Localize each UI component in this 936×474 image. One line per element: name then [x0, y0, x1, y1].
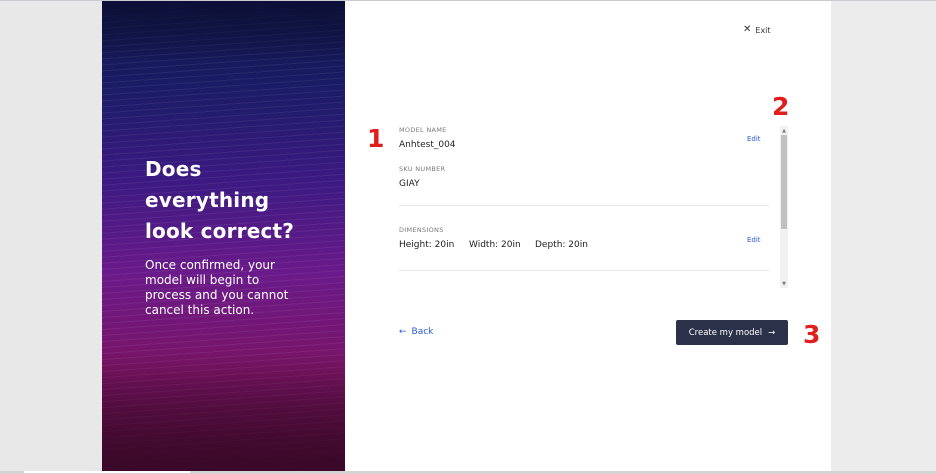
- page-background-right: [831, 1, 936, 471]
- review-summary-list[interactable]: MODEL NAME Anhtest_004 Edit SKU NUMBER G…: [399, 126, 769, 288]
- section-divider: [399, 205, 769, 206]
- create-button-label: Create my model: [688, 327, 763, 338]
- annotation-marker-3: 3: [803, 320, 821, 349]
- exit-button[interactable]: ✕ Exit: [743, 25, 771, 35]
- edit-model-details-link[interactable]: Edit: [747, 135, 761, 143]
- dimensions-label: DIMENSIONS: [399, 226, 444, 234]
- sku-number-value: GIAY: [399, 179, 420, 189]
- model-name-label: MODEL NAME: [399, 126, 447, 134]
- dimension-depth: Depth: 20in: [535, 240, 588, 250]
- hero-headline-line: Does: [145, 157, 202, 181]
- hero-headline-line: look correct?: [145, 219, 295, 243]
- hero-subtext: Once confirmed, your model will begin to…: [145, 258, 315, 318]
- annotation-marker-1: 1: [367, 124, 385, 153]
- scroll-down-arrow-icon[interactable]: ▼: [780, 281, 788, 287]
- annotation-marker-2: 2: [772, 92, 790, 121]
- section-divider: [399, 270, 769, 271]
- model-name-value: Anhtest_004: [399, 140, 456, 150]
- create-my-model-button[interactable]: Create my model →: [676, 320, 788, 345]
- back-label: Back: [411, 327, 434, 337]
- dimension-width: Width: 20in: [469, 240, 521, 250]
- arrow-right-icon: →: [768, 327, 776, 338]
- exit-label: Exit: [755, 25, 771, 35]
- hero-subtext-line: cancel this action.: [145, 303, 255, 317]
- edit-dimensions-link[interactable]: Edit: [747, 236, 761, 244]
- hero-headline: Does everything look correct?: [145, 154, 335, 247]
- hero-subtext-line: Once confirmed, your: [145, 258, 275, 272]
- back-button[interactable]: ← Back: [399, 327, 433, 337]
- hero-fade-top: [102, 1, 345, 61]
- hero-headline-line: everything: [145, 188, 270, 212]
- scrollbar-thumb[interactable]: [781, 135, 787, 229]
- review-scrollbar[interactable]: ▲ ▼: [780, 126, 788, 288]
- dimension-height: Height: 20in: [399, 240, 455, 250]
- arrow-left-icon: ←: [399, 327, 407, 337]
- hero-subtext-line: process and you cannot: [145, 288, 289, 302]
- hero-fade-bottom: [102, 351, 345, 471]
- scroll-up-arrow-icon[interactable]: ▲: [780, 128, 788, 134]
- close-icon: ✕: [743, 24, 752, 35]
- hero-subtext-line: model will begin to: [145, 273, 260, 287]
- hero-panel: Does everything look correct? Once confi…: [102, 1, 345, 471]
- sku-number-label: SKU NUMBER: [399, 165, 446, 173]
